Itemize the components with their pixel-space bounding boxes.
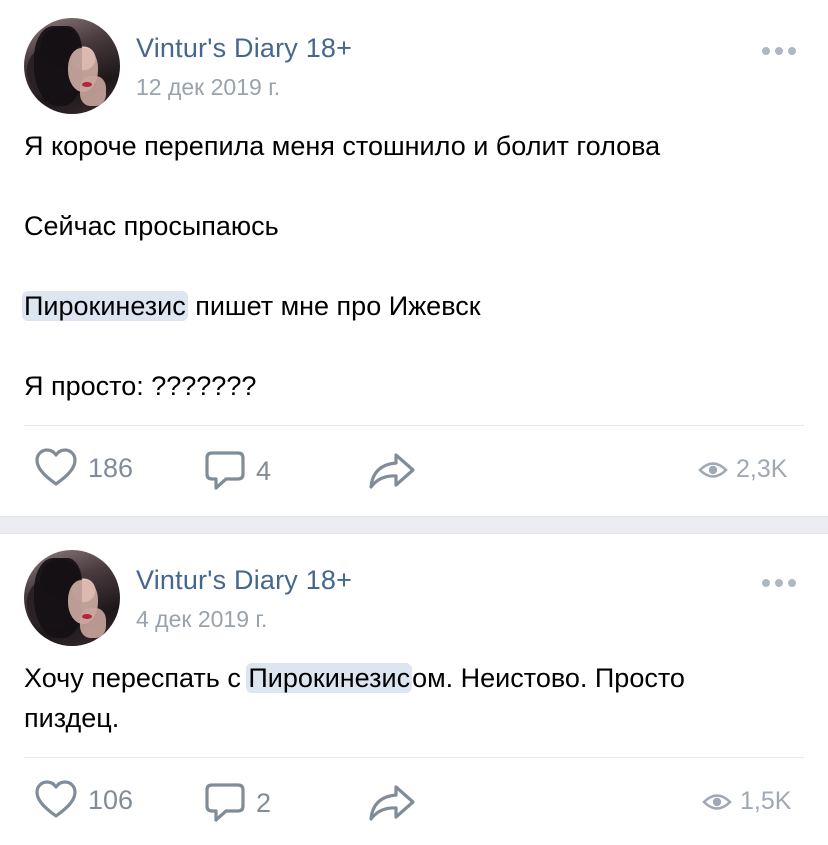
post-divider bbox=[24, 425, 804, 426]
wall-post-1: Vintur's Diary 18+ 12 дек 2019 г. Я коро… bbox=[0, 0, 828, 516]
post-date[interactable]: 12 дек 2019 г. bbox=[136, 74, 280, 101]
comment-icon bbox=[205, 783, 245, 822]
comment-count: 2 bbox=[256, 787, 272, 818]
post-text-fragment: пишет мне про Ижевск bbox=[187, 291, 481, 321]
share-button[interactable] bbox=[368, 452, 416, 490]
post-text-line: Я короче перепила меня стошнило и болит … bbox=[24, 131, 661, 161]
post-text-fragment: Хочу переспать с bbox=[24, 663, 249, 693]
post-text-fragment: ом. Неистово. Просто bbox=[412, 663, 685, 693]
wall-post-2: Vintur's Diary 18+ 4 дек 2019 г. Хочу пе… bbox=[0, 534, 828, 845]
share-icon bbox=[369, 453, 415, 489]
comment-button[interactable]: 4 bbox=[204, 450, 271, 492]
eye-icon bbox=[702, 793, 732, 810]
views-count: 2,3K bbox=[736, 455, 788, 483]
author-name[interactable]: Vintur's Diary 18+ bbox=[136, 33, 352, 64]
more-dots-icon[interactable] bbox=[762, 578, 796, 588]
views-counter: 1,5K bbox=[702, 787, 791, 816]
author-avatar[interactable] bbox=[24, 18, 120, 114]
author-avatar[interactable] bbox=[24, 550, 120, 646]
like-button[interactable]: 106 bbox=[34, 780, 133, 820]
views-count: 1,5K bbox=[740, 787, 792, 815]
share-icon bbox=[369, 785, 415, 821]
views-counter: 2,3K bbox=[698, 455, 787, 484]
more-dots-icon[interactable] bbox=[762, 46, 796, 56]
comment-button[interactable]: 2 bbox=[204, 782, 271, 824]
comment-icon bbox=[205, 451, 245, 490]
post-text-line: Я просто: ??????? bbox=[24, 371, 257, 401]
author-name[interactable]: Vintur's Diary 18+ bbox=[136, 565, 352, 596]
mention-link[interactable]: Пирокинезис bbox=[22, 291, 188, 321]
post-divider bbox=[24, 757, 804, 758]
like-count: 186 bbox=[88, 452, 134, 483]
comment-count: 4 bbox=[256, 455, 272, 486]
posts-separator bbox=[0, 516, 828, 534]
like-count: 106 bbox=[88, 784, 134, 815]
post-text-line: пиздец. bbox=[24, 703, 120, 733]
post-text-line: Хочу переспать с Пирокинезисом. Неистово… bbox=[24, 658, 685, 698]
heart-icon bbox=[35, 780, 77, 818]
post-text-line: Пирокинезис пишет мне про Ижевск bbox=[22, 286, 481, 326]
like-button[interactable]: 186 bbox=[34, 448, 133, 488]
share-button[interactable] bbox=[368, 784, 416, 822]
heart-icon bbox=[35, 448, 77, 486]
eye-icon bbox=[698, 461, 728, 478]
mention-link[interactable]: Пирокинезис bbox=[246, 663, 413, 693]
post-text-line: Сейчас просыпаюсь bbox=[24, 211, 279, 241]
post-date[interactable]: 4 дек 2019 г. bbox=[136, 606, 267, 633]
